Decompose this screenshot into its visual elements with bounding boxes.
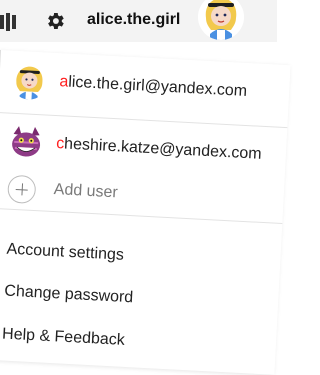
menu-item-change-password[interactable]: Change password xyxy=(4,283,134,308)
current-account-row[interactable]: alice.the.girl@yandex.com xyxy=(0,50,291,129)
current-account-email: alice.the.girl@yandex.com xyxy=(59,73,248,101)
account-dropdown: alice.the.girl@yandex.com cheshire.katze… xyxy=(0,50,291,375)
alice-avatar-icon xyxy=(198,0,244,40)
header-username[interactable]: alice.the.girl xyxy=(87,11,180,29)
menu-item-help-feedback[interactable]: Help & Feedback xyxy=(2,326,126,350)
other-account-email: cheshire.katze@yandex.com xyxy=(56,135,262,164)
email-rest: lice.the.girl@yandex.com xyxy=(67,73,248,100)
other-account-row[interactable]: cheshire.katze@yandex.com xyxy=(0,120,287,177)
alice-avatar-icon xyxy=(10,63,48,101)
user-avatar[interactable] xyxy=(198,0,244,40)
add-user-label: Add user xyxy=(53,181,119,202)
cheshire-cat-avatar-icon xyxy=(7,124,45,162)
gear-icon[interactable] xyxy=(44,10,66,32)
top-bar: alice.the.girl xyxy=(0,0,277,42)
email-rest: heshire.katze@yandex.com xyxy=(63,135,263,163)
plus-icon xyxy=(7,174,37,205)
menu-item-account-settings[interactable]: Account settings xyxy=(6,241,124,265)
add-user-row[interactable]: Add user xyxy=(0,167,285,225)
bars-icon[interactable] xyxy=(0,12,22,32)
